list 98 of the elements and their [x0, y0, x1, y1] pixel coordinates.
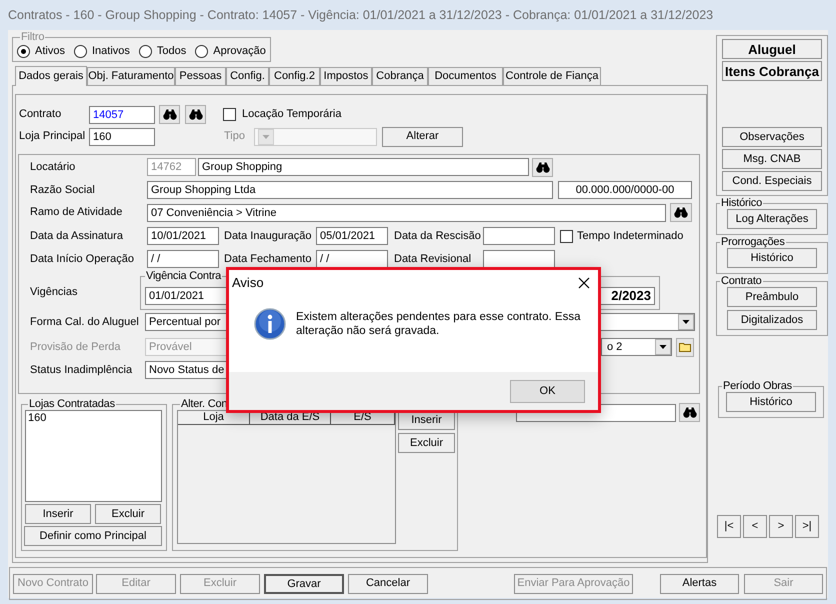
list-item[interactable]: 160	[26, 411, 161, 425]
radio-button[interactable]	[138, 44, 152, 58]
radio-label[interactable]: Ativos	[35, 42, 65, 60]
field-label: Razão Social	[30, 182, 96, 198]
button[interactable]: <	[743, 515, 767, 538]
info-icon	[254, 308, 286, 340]
field-label: Data Inauguração	[224, 228, 312, 244]
field-label: Provisão de Perda	[30, 340, 122, 355]
input-field[interactable]: 05/01/2021	[316, 227, 388, 245]
tab[interactable]: Documentos	[428, 67, 503, 85]
button[interactable]: Cancelar	[348, 574, 428, 594]
button[interactable]: Digitalizados	[727, 310, 817, 330]
input-field[interactable]: / /	[316, 250, 388, 268]
button[interactable]: Itens Cobrança	[722, 61, 822, 81]
group-label: Vigência Contra	[145, 270, 222, 282]
input-field[interactable]	[483, 227, 555, 245]
button[interactable]: Histórico	[727, 248, 817, 268]
search-button[interactable]	[159, 105, 180, 124]
field-label: Tipo	[224, 129, 246, 144]
window-title: Contratos - 160 - Group Shopping - Contrato: 14057 - Vigência: 01/01/2021 a 31/12/2023 - Cobrança: 01/01/2021 a 31/12/2023	[8, 6, 714, 24]
input-field[interactable]	[483, 250, 555, 268]
search-button[interactable]	[532, 158, 553, 176]
button[interactable]: Gravar	[264, 574, 344, 594]
radio-button[interactable]	[74, 44, 87, 58]
binoculars-icon	[674, 207, 688, 218]
group-label: Lojas Contratadas	[28, 398, 116, 410]
button[interactable]: Excluir	[95, 504, 161, 524]
field-label: Data da Rescisão	[394, 228, 482, 244]
group-label: Filtro	[20, 31, 46, 43]
group-label: Prorrogações	[720, 236, 786, 248]
input-field[interactable]: Group Shopping Ltda	[147, 181, 553, 199]
binoculars-icon	[188, 109, 202, 120]
field-label: Data Início Operação	[30, 252, 135, 267]
field-label: Forma Cal. do Aluguel	[30, 314, 140, 330]
radio-button[interactable]	[17, 44, 30, 58]
input-field[interactable]: 160	[89, 128, 155, 146]
checkbox-label[interactable]: Locação Temporária	[242, 106, 342, 123]
button[interactable]: Definir como Principal	[24, 526, 162, 546]
button[interactable]: Inserir	[25, 504, 91, 524]
tab[interactable]: Controle de Fiança	[503, 67, 601, 85]
button[interactable]: Log Alterações	[727, 209, 817, 229]
binoculars-icon	[162, 109, 176, 120]
radio-label[interactable]: Aprovação	[213, 42, 266, 60]
field-label: Contrato	[19, 107, 62, 122]
tab[interactable]: Dados gerais	[15, 66, 87, 86]
dialog-title: Aviso	[232, 274, 264, 292]
button[interactable]: Histórico	[726, 392, 816, 412]
radio-button[interactable]	[195, 44, 208, 58]
folder-button[interactable]	[676, 338, 694, 356]
group-label: Contrato	[720, 275, 763, 287]
radio-label[interactable]: Todos	[156, 42, 186, 60]
folder-icon	[679, 342, 691, 352]
tab[interactable]: Config.	[226, 67, 269, 85]
field-label: Data Fechamento	[224, 252, 312, 267]
checkbox[interactable]	[223, 108, 236, 121]
ok-button[interactable]: OK	[510, 380, 585, 402]
button[interactable]: Alertas	[660, 574, 739, 594]
input-field[interactable]: 14057	[89, 106, 155, 124]
search-button[interactable]	[670, 203, 692, 222]
field-label: Locatário	[30, 160, 76, 175]
button[interactable]: Excluir	[398, 433, 455, 453]
field-label: Data da Assinatura	[30, 228, 124, 244]
checkbox-label[interactable]: Tempo Indeterminado	[577, 228, 684, 244]
button[interactable]: Preâmbulo	[727, 287, 817, 307]
input-field[interactable]: 07 Conveniência > Vitrine	[147, 204, 666, 222]
radio-label[interactable]: Inativos	[92, 42, 130, 60]
tab[interactable]: Impostos	[320, 67, 372, 85]
button[interactable]: Msg. CNAB	[722, 149, 822, 169]
tab[interactable]: Pessoas	[175, 67, 226, 85]
tab[interactable]: Cobrança	[372, 67, 428, 85]
field-label: Data Revisional	[394, 252, 472, 267]
button[interactable]: Observações	[722, 127, 822, 147]
search-button[interactable]	[185, 105, 206, 124]
field-label: Ramo de Atividade	[30, 205, 124, 220]
button[interactable]: >|	[795, 515, 819, 538]
button[interactable]: >	[769, 515, 793, 538]
button[interactable]: Cond. Especiais	[722, 171, 822, 191]
input-field[interactable]: 00.000.000/0000-00	[558, 181, 692, 199]
list-box[interactable]: 160	[25, 410, 162, 502]
field-label: Vigências	[30, 284, 78, 300]
binoculars-icon	[536, 162, 550, 172]
input-field[interactable]: / /	[147, 250, 219, 268]
close-icon[interactable]	[578, 277, 590, 289]
group-label: Histórico	[720, 197, 763, 209]
dialog-message: Existem alterações pendentes para esse contrato. Essa alteração não será gravada.	[296, 310, 582, 338]
binoculars-icon	[682, 407, 696, 418]
search-button[interactable]	[679, 403, 700, 422]
group-label: Período Obras	[722, 380, 793, 392]
button[interactable]: |<	[717, 515, 741, 538]
button[interactable]: Alterar	[382, 126, 463, 146]
button[interactable]: Aluguel	[722, 39, 822, 59]
input-field[interactable]: Group Shopping	[198, 158, 529, 176]
tab[interactable]: Config.2	[269, 67, 320, 85]
input-field[interactable]: 10/01/2021	[147, 227, 219, 245]
field-label: Loja Principal	[19, 129, 86, 144]
tab[interactable]: Obj. Faturamento	[87, 67, 175, 85]
checkbox[interactable]	[560, 230, 573, 242]
field-label: Status Inadimplência	[30, 362, 134, 378]
